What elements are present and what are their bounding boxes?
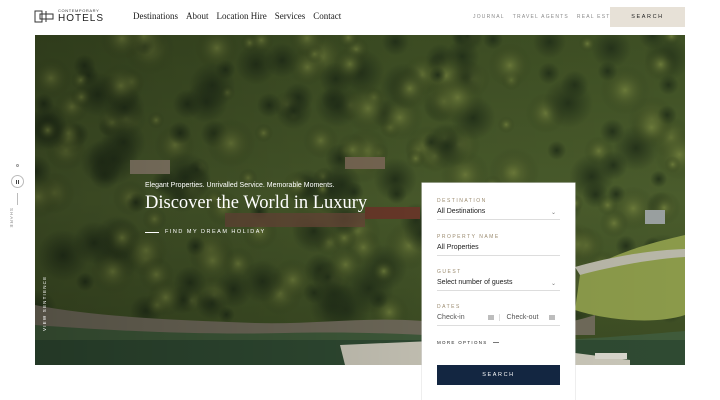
search-panel: DESTINATION All Destinations ⌄ PROPERTY … [422, 183, 575, 400]
destination-label: DESTINATION [437, 198, 487, 204]
pause-button[interactable] [11, 175, 24, 188]
main-nav: Destinations About Location Hire Service… [133, 11, 341, 21]
header-search-button[interactable]: SEARCH [610, 7, 685, 27]
secondary-nav: JOURNAL TRAVEL AGENTS REAL ESTATE [473, 14, 623, 20]
checkout-placeholder: Check-out [506, 314, 539, 321]
view-vertical-link[interactable]: VIEW SENTIENCE [42, 276, 47, 331]
logo-mark-icon [34, 10, 54, 23]
pause-icon [16, 179, 20, 184]
hero-tagline: Elegant Properties. Unrivalled Service. … [145, 182, 335, 189]
nav-about[interactable]: About [186, 11, 209, 21]
checkin-input[interactable]: Check-in [437, 314, 499, 321]
share-dot-icon [16, 164, 19, 167]
share-divider [17, 193, 18, 205]
guest-label: GUEST [437, 269, 462, 275]
brand-big-text: HOTELS [58, 13, 105, 24]
checkin-placeholder: Check-in [437, 314, 465, 321]
find-dream-holiday-link[interactable]: FIND MY DREAM HOLIDAY [145, 229, 266, 235]
nav-services[interactable]: Services [275, 11, 306, 21]
nav-destinations[interactable]: Destinations [133, 11, 178, 21]
checkout-input[interactable]: Check-out [498, 314, 561, 321]
property-field[interactable]: PROPERTY NAME All Properties [437, 234, 560, 256]
dates-field: DATES Check-in Check-out [437, 304, 560, 326]
property-select[interactable]: All Properties [437, 244, 560, 256]
destination-value: All Destinations [437, 208, 486, 215]
cta-line [145, 231, 159, 233]
brand-logo[interactable]: CONTEMPORARY HOTELS [34, 9, 104, 24]
dates-label: DATES [437, 304, 461, 310]
nav-location-hire[interactable]: Location Hire [217, 11, 267, 21]
panel-search-button[interactable]: SEARCH [437, 365, 560, 385]
calendar-icon [549, 315, 555, 320]
chevron-down-icon: ⌄ [550, 281, 556, 287]
guest-select[interactable]: Select number of guests ⌄ [437, 279, 560, 291]
property-value: All Properties [437, 244, 479, 251]
nav-journal[interactable]: JOURNAL [473, 14, 505, 20]
nav-travel-agents[interactable]: TRAVEL AGENTS [513, 14, 569, 20]
calendar-icon [487, 315, 494, 320]
cta-label: FIND MY DREAM HOLIDAY [165, 229, 266, 235]
property-label: PROPERTY NAME [437, 234, 500, 240]
guest-value: Select number of guests [437, 279, 513, 286]
destination-select[interactable]: All Destinations ⌄ [437, 208, 560, 220]
guest-field[interactable]: GUEST Select number of guests ⌄ [437, 269, 560, 291]
share-label[interactable]: SHARE [9, 208, 14, 229]
more-options-line [492, 342, 499, 343]
hero-banner: Elegant Properties. Unrivalled Service. … [35, 35, 685, 365]
chevron-down-icon: ⌄ [550, 210, 556, 216]
destination-field[interactable]: DESTINATION All Destinations ⌄ [437, 198, 560, 220]
nav-contact[interactable]: Contact [313, 11, 341, 21]
site-header: CONTEMPORARY HOTELS Destinations About L… [0, 0, 720, 35]
hero-headline: Discover the World in Luxury [145, 193, 368, 213]
more-options-label: MORE OPTIONS [437, 340, 488, 345]
more-options-link[interactable]: MORE OPTIONS [437, 340, 499, 345]
